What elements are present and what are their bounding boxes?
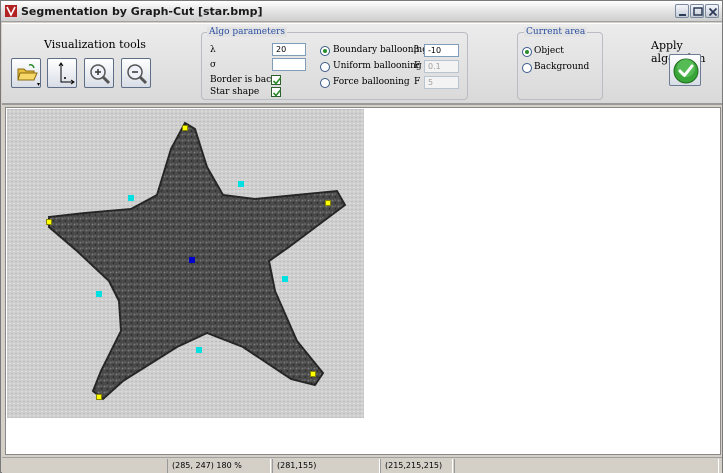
title-bar[interactable]: Segmentation by Graph-Cut [star.bmp] xyxy=(1,1,722,22)
visualization-tools-label: Visualization tools xyxy=(44,38,146,51)
beta-label: β xyxy=(414,45,420,55)
uniform-ballooning-label: Uniform ballooning xyxy=(333,61,422,71)
border-is-back-checkbox[interactable] xyxy=(271,75,282,85)
toolbar-panel: Visualization tools Algo parameters λ 20… xyxy=(2,23,722,105)
background-marker[interactable] xyxy=(238,181,244,187)
uniform-ballooning-radio[interactable] xyxy=(320,62,330,72)
close-icon xyxy=(708,7,718,17)
background-radio[interactable] xyxy=(522,63,532,73)
background-label: Background xyxy=(534,62,590,72)
close-button[interactable] xyxy=(705,4,719,18)
background-marker[interactable] xyxy=(96,291,102,297)
status-extra xyxy=(454,459,719,473)
window-title: Segmentation by Graph-Cut [star.bmp] xyxy=(21,5,263,18)
sigma-label: σ xyxy=(210,60,217,70)
star-center-marker[interactable] xyxy=(189,257,195,263)
star-image[interactable] xyxy=(7,109,364,418)
axes-icon xyxy=(58,62,75,85)
force-ballooning-label: Force ballooning xyxy=(333,77,410,87)
maximize-icon xyxy=(693,7,703,16)
status-pixel-color: (215,215,215) xyxy=(380,459,453,473)
current-area-group: Current area Object Background xyxy=(517,27,603,100)
algo-parameters-legend: Algo parameters xyxy=(207,27,287,37)
border-is-back-label: Border is back xyxy=(210,75,277,85)
star-shape-checkbox[interactable] xyxy=(271,87,282,97)
boundary-ballooning-radio[interactable] xyxy=(320,46,330,56)
status-pixel-coords: (281,155) xyxy=(272,459,380,473)
object-marker[interactable] xyxy=(96,394,102,400)
open-folder-icon xyxy=(17,64,40,86)
object-label: Object xyxy=(534,46,564,56)
background-marker[interactable] xyxy=(282,276,288,282)
status-bar: (285, 247) 180 % (281,155) (215,215,215) xyxy=(2,457,722,473)
object-marker[interactable] xyxy=(325,200,331,206)
minimize-button[interactable] xyxy=(675,4,689,18)
minimize-icon xyxy=(679,14,686,16)
zoom-out-button[interactable] xyxy=(121,58,151,88)
star-shape-label: Star shape xyxy=(210,87,260,97)
algo-parameters-group: Algo parameters λ 20 σ Border is back St… xyxy=(201,27,468,100)
force-f-label: F xyxy=(414,77,421,87)
object-marker[interactable] xyxy=(182,125,188,131)
app-window: Segmentation by Graph-Cut [star.bmp] Vis… xyxy=(0,0,723,473)
apply-algorithm-button[interactable] xyxy=(669,54,701,86)
background-marker[interactable] xyxy=(196,347,202,353)
maximize-button[interactable] xyxy=(690,4,704,18)
current-area-legend: Current area xyxy=(524,27,588,37)
sigma-input[interactable] xyxy=(272,58,306,71)
object-marker[interactable] xyxy=(46,219,52,225)
checkmark-small-icon xyxy=(272,77,282,85)
lambda-label: λ xyxy=(210,45,216,55)
status-cursor-zoom: (285, 247) 180 % xyxy=(167,459,271,473)
uniform-f-input[interactable]: 0.1 xyxy=(424,60,459,73)
force-ballooning-radio[interactable] xyxy=(320,78,330,88)
background-marker[interactable] xyxy=(128,195,134,201)
uniform-f-label: F xyxy=(414,61,421,71)
zoom-in-button[interactable] xyxy=(84,58,114,88)
app-icon xyxy=(4,4,18,18)
checkmark-small-icon xyxy=(272,89,282,97)
object-marker[interactable] xyxy=(310,371,316,377)
axes-tool-button[interactable] xyxy=(47,58,77,88)
checkmark-icon xyxy=(673,58,699,84)
zoom-out-icon xyxy=(127,64,148,85)
open-image-button[interactable] xyxy=(11,58,41,88)
zoom-in-icon xyxy=(90,64,111,85)
beta-input[interactable]: -10 xyxy=(424,44,459,57)
lambda-input[interactable]: 20 xyxy=(272,43,306,56)
image-canvas[interactable] xyxy=(5,107,721,455)
object-radio[interactable] xyxy=(522,47,532,57)
force-f-input[interactable]: 5 xyxy=(424,76,459,89)
